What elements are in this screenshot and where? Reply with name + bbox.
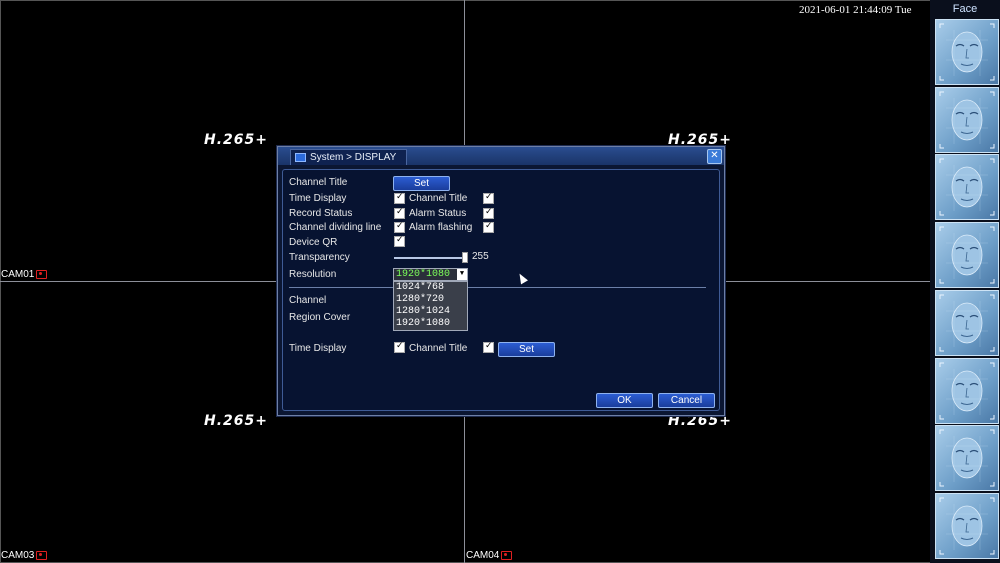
dialog-titlebar: System > DISPLAY ✕ bbox=[278, 147, 724, 165]
face-panel-title: Face bbox=[952, 3, 978, 15]
face-icon bbox=[939, 226, 995, 284]
time-display-label: Time Display bbox=[289, 193, 347, 204]
face-thumbnail[interactable] bbox=[935, 289, 999, 356]
device-qr-checkbox[interactable] bbox=[394, 235, 405, 247]
transparency-value: 255 bbox=[472, 251, 489, 262]
channel-dividing-line-checkbox[interactable] bbox=[394, 221, 405, 233]
channel-title-checkbox[interactable] bbox=[483, 192, 494, 204]
face-thumbnail[interactable] bbox=[935, 222, 999, 289]
channel-set-button[interactable]: Set bbox=[498, 342, 555, 357]
monitor-icon bbox=[295, 153, 306, 162]
cancel-button[interactable]: Cancel bbox=[658, 393, 715, 408]
channel-title-checkbox-2[interactable] bbox=[483, 341, 494, 353]
channel-title-label-2: Channel Title bbox=[409, 193, 468, 204]
record-status-checkbox[interactable] bbox=[394, 207, 405, 219]
face-icon bbox=[939, 158, 995, 216]
camera-name: CAM03 bbox=[1, 550, 35, 561]
face-icon bbox=[939, 362, 995, 419]
time-display-checkbox[interactable] bbox=[394, 192, 405, 204]
face-icon bbox=[939, 91, 995, 149]
record-icon bbox=[501, 551, 513, 560]
resolution-select[interactable]: 1920*1080 ▼ bbox=[393, 268, 468, 281]
time-display-label-2: Time Display bbox=[289, 343, 347, 354]
time-display-checkbox-2[interactable] bbox=[394, 341, 405, 353]
face-thumbnail[interactable] bbox=[935, 154, 999, 221]
alarm-status-label: Alarm Status bbox=[409, 208, 467, 219]
face-thumbnail[interactable] bbox=[935, 492, 999, 559]
resolution-dropdown-list: 1024*768 1280*720 1280*1024 1920*1080 bbox=[393, 281, 468, 331]
channel-dividing-line-label: Channel dividing line bbox=[289, 222, 382, 233]
resolution-label: Resolution bbox=[289, 269, 337, 280]
transparency-label: Transparency bbox=[289, 252, 350, 263]
face-icon bbox=[939, 294, 995, 352]
resolution-selected-value: 1920*1080 bbox=[396, 269, 451, 280]
device-qr-label: Device QR bbox=[289, 237, 338, 248]
cam04-label: CAM04 bbox=[466, 550, 513, 561]
face-thumbnail[interactable] bbox=[935, 86, 999, 153]
alarm-flashing-label: Alarm flashing bbox=[409, 222, 473, 233]
section-separator bbox=[289, 287, 706, 288]
camera-name: CAM04 bbox=[466, 550, 500, 561]
display-settings-dialog: System > DISPLAY ✕ Channel Title Set Tim… bbox=[277, 146, 725, 416]
resolution-option[interactable]: 1280*720 bbox=[394, 294, 467, 306]
face-thumbnail[interactable] bbox=[935, 19, 999, 85]
codec-label-cam03: H.265+ bbox=[204, 413, 268, 429]
close-icon[interactable]: ✕ bbox=[707, 149, 722, 164]
system-clock: 2021-06-01 21:44:09 Tue bbox=[799, 4, 912, 16]
dialog-title-tab: System > DISPLAY bbox=[290, 149, 408, 165]
record-icon bbox=[36, 551, 48, 560]
resolution-option[interactable]: 1920*1080 bbox=[394, 318, 467, 330]
chevron-down-icon[interactable]: ▼ bbox=[457, 269, 467, 280]
record-icon bbox=[36, 270, 48, 279]
cam01-label: CAM01 bbox=[1, 269, 48, 280]
region-cover-label: Region Cover bbox=[289, 312, 351, 323]
ok-button[interactable]: OK bbox=[596, 393, 653, 408]
transparency-slider-thumb[interactable] bbox=[462, 252, 468, 263]
channel-label: Channel bbox=[289, 295, 327, 306]
dialog-body bbox=[282, 169, 720, 411]
cam03-label: CAM03 bbox=[1, 550, 48, 561]
record-status-label: Record Status bbox=[289, 208, 353, 219]
face-icon bbox=[939, 23, 995, 81]
camera-name: CAM01 bbox=[1, 269, 35, 280]
dialog-title: System > DISPLAY bbox=[310, 152, 397, 163]
transparency-slider-track[interactable] bbox=[394, 257, 466, 259]
resolution-option[interactable]: 1024*768 bbox=[394, 282, 467, 294]
face-thumbnail[interactable] bbox=[935, 357, 999, 424]
channel-title-label: Channel Title bbox=[289, 177, 348, 188]
alarm-flashing-checkbox[interactable] bbox=[483, 221, 494, 233]
channel-title-set-button[interactable]: Set bbox=[393, 176, 450, 191]
face-icon bbox=[939, 429, 995, 487]
face-panel: Face bbox=[930, 0, 1000, 563]
channel-title-label-3: Channel Title bbox=[409, 343, 468, 354]
alarm-status-checkbox[interactable] bbox=[483, 207, 494, 219]
resolution-option[interactable]: 1280*1024 bbox=[394, 306, 467, 318]
face-thumbnail[interactable] bbox=[935, 425, 999, 492]
codec-label-cam01: H.265+ bbox=[204, 132, 268, 148]
face-icon bbox=[939, 497, 995, 555]
